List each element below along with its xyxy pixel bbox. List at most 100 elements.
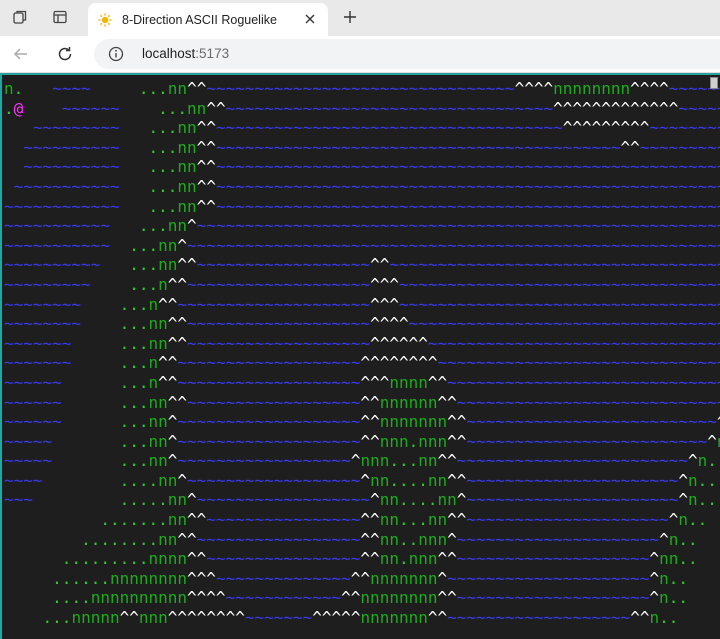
scrollbar-thumb[interactable]	[710, 77, 718, 89]
map-cell	[81, 295, 120, 314]
map-cell: ~~~~~~~~~~	[23, 137, 120, 157]
map-cell	[4, 157, 23, 176]
map-cell: ^^^^	[514, 79, 554, 98]
map-cell: n	[659, 568, 669, 588]
map-cell: ...	[148, 196, 178, 216]
map-cell: ~~~~~~~~~~~~~~~~~~~~~	[456, 529, 660, 549]
tab-sidebar-icon[interactable]	[50, 7, 70, 27]
map-cell: ...	[119, 451, 149, 471]
map-cell: ~~~~~~~~~~~~~~~~~~~~~~~~~~~~~~~~~	[427, 333, 720, 353]
map-cell: ~~~~~~~~~~~~~~~~~~~~~~~~~~~~	[456, 392, 720, 412]
map-cell: ..	[687, 510, 708, 530]
map-row: ~~~~~~~~ ...n^^~~~~~~~~~~~~~~~~~~~~^^^~~…	[4, 295, 720, 315]
map-cell: ^	[456, 490, 467, 510]
map-cell: ~~~~~~~~~~~~~~~~~~	[196, 255, 371, 275]
map-cell: ^^^^^^^^	[360, 353, 438, 373]
map-cell	[4, 608, 43, 627]
map-cell	[4, 569, 52, 588]
map-cell: nnnnnnn	[370, 568, 438, 588]
map-cell: .....	[119, 490, 168, 510]
map-cell: ~~~~~~~~~~~~~~~~~~	[196, 490, 371, 510]
map-cell: .	[4, 98, 14, 118]
map-cell	[62, 412, 120, 431]
map-cell: nnn	[138, 608, 168, 628]
map-cell: ~~~~~~~~~~~~	[639, 137, 720, 157]
address-bar[interactable]: localhost:5173	[94, 39, 720, 69]
map-cell: ^^	[360, 529, 380, 549]
map-cell: ~~~~~	[4, 451, 53, 471]
map-cell	[52, 451, 119, 470]
map-cell: ~~~~~~~~~~	[4, 255, 101, 275]
map-cell: nnn	[360, 451, 390, 471]
map-cell: ^^^^^	[312, 608, 361, 628]
map-cell: ....	[398, 490, 438, 510]
map-cell: ^^	[620, 137, 640, 157]
map-cell: ^^	[206, 98, 226, 118]
map-row: .......nn^^~~~~~~~~~~~~~~~~^^nn...nn^^~~…	[4, 510, 720, 530]
map-cell: ^	[649, 568, 660, 588]
close-icon[interactable]	[302, 11, 318, 27]
map-cell: ...	[148, 157, 178, 177]
map-cell: ~~~~~~~~~~~	[649, 118, 720, 138]
info-icon[interactable]	[108, 46, 124, 62]
reload-icon[interactable]	[54, 43, 76, 65]
map-cell: ^^	[447, 431, 467, 451]
map-cell: nn	[177, 157, 197, 177]
map-cell: ~~~~~~~	[244, 608, 313, 628]
map-row: ........nn^^~~~~~~~~~~~~~~~~~^^nn..nnn^~…	[4, 530, 720, 550]
map-cell: ^^	[360, 412, 380, 432]
map-cell: ~~~~~~~~~	[32, 118, 120, 138]
map-cell: ~~~~~~~~~~~	[13, 176, 120, 196]
map-cell	[120, 157, 149, 176]
map-cell: ....	[52, 588, 91, 608]
map-row: .@ ~~~~~~ ...nn^^~~~~~~~~~~~~~~~~~~~~~~~…	[4, 99, 720, 119]
map-cell: ...	[398, 510, 428, 530]
map-cell: ^^	[167, 392, 188, 412]
map-cell: ^	[707, 431, 717, 451]
map-cell: ...	[129, 274, 159, 294]
map-cell	[110, 216, 139, 235]
map-cell: n	[148, 353, 159, 373]
url-text: localhost:5173	[142, 46, 229, 61]
map-cell: ~~~~~~~~~~~~~~~~	[206, 510, 361, 530]
map-cell	[4, 588, 52, 607]
game-viewport[interactable]: n. ~~~~ ...nn^^~~~~~~~~~~~~~~~~~~~~~~~~~…	[0, 73, 720, 639]
map-row: ~~~~~~~~~~ ...nn^^~~~~~~~~~~~~~~~~~~^^~~…	[4, 255, 720, 275]
map-cell	[110, 236, 129, 255]
map-cell: n	[687, 470, 698, 490]
map-cell: nnnnnnnn	[109, 568, 188, 588]
map-cell: nn	[177, 196, 197, 216]
map-cell	[91, 79, 139, 98]
collections-icon[interactable]	[10, 7, 30, 27]
map-cell	[62, 373, 120, 392]
active-tab[interactable]: 8-Direction ASCII Roguelike	[88, 3, 328, 36]
map-cell: n	[148, 294, 159, 314]
map-cell: n	[158, 274, 168, 294]
map-cell: n	[697, 451, 708, 471]
map-cell	[120, 118, 149, 137]
map-cell: ^	[167, 451, 178, 471]
map-cell: ^	[678, 470, 688, 490]
map-cell: nn	[427, 510, 448, 530]
map-row: ~~~ .....nn^~~~~~~~~~~~~~~~~~~^nn....nn^…	[4, 490, 720, 510]
map-cell: nnnnnnn	[379, 412, 448, 432]
map-cell: ^^^^	[370, 314, 409, 334]
plus-icon[interactable]	[340, 7, 360, 27]
map-cell: ~~~~~	[4, 431, 53, 451]
map-cell: ~~~~~~~~~~~~~~	[215, 568, 351, 588]
map-cell: ~~~~~~~	[4, 353, 72, 373]
back-arrow-icon[interactable]	[10, 43, 32, 65]
map-cell: nn	[158, 235, 178, 255]
map-cell: ^^^	[187, 568, 216, 588]
map-cell: ~~~~~~~~~~~~~~~~~~~~~~~~	[456, 451, 688, 471]
map-cell: ~~~~~~~~~~~	[4, 216, 110, 236]
map-cell: ..	[678, 549, 698, 569]
map-cell: ....	[389, 470, 428, 490]
map-cell: ^	[350, 451, 361, 471]
map-cell: ^^	[350, 568, 371, 588]
map-cell: ^^	[187, 510, 207, 530]
map-cell: ..	[707, 451, 720, 471]
map-cell: ~~~~~~~~~~~~~~~~~~~	[447, 608, 631, 628]
map-row: ~~~~~~~~ ...nn^^~~~~~~~~~~~~~~~~~~~^^^^~…	[4, 314, 720, 334]
map-cell: ~~~~~~~	[4, 333, 72, 353]
